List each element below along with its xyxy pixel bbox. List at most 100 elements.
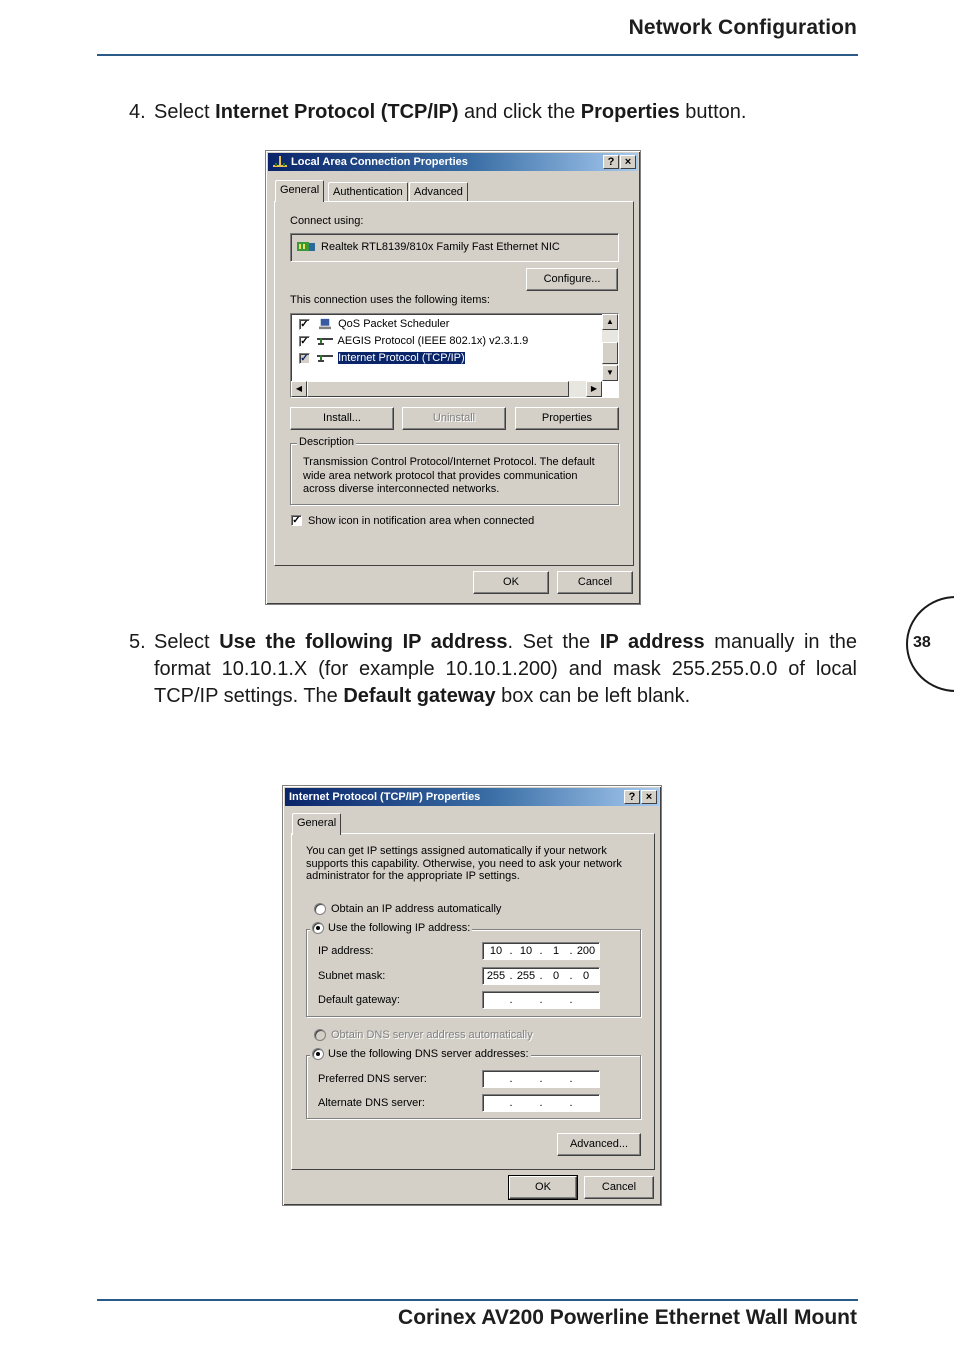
ip-octet[interactable]: 200: [573, 943, 599, 959]
ip-octet[interactable]: [573, 992, 599, 1008]
scroll-thumb-horizontal[interactable]: [307, 381, 569, 397]
description-legend: Description: [297, 436, 357, 448]
ok-button[interactable]: OK: [473, 571, 549, 594]
uninstall-button[interactable]: Uninstall: [402, 407, 506, 430]
ip-octet[interactable]: [483, 1071, 509, 1087]
general-tab-panel: You can get IP settings assigned automat…: [291, 833, 655, 1170]
general-tab-panel: Connect using: Realtek RTL8139/810x Fami…: [274, 201, 634, 566]
vertical-scrollbar[interactable]: ▲ ▼: [602, 314, 618, 381]
close-button[interactable]: ×: [641, 790, 657, 804]
scroll-down-arrow-icon[interactable]: ▼: [602, 365, 618, 381]
use-dns-label: Use the following DNS server addresses:: [328, 1048, 529, 1060]
install-button[interactable]: Install...: [290, 407, 394, 430]
page-number: 38: [913, 634, 931, 651]
tab-advanced[interactable]: Advanced: [409, 182, 468, 202]
list-item[interactable]: ✓ AEGIS Protocol (IEEE 802.1x) v2.3.1.9: [299, 335, 528, 348]
ip-octet[interactable]: 10: [483, 943, 509, 959]
step-text-run: and click the: [458, 101, 581, 123]
scroll-left-arrow-icon[interactable]: ◀: [291, 381, 307, 397]
properties-button[interactable]: Properties: [515, 407, 619, 430]
tab-general[interactable]: General: [275, 180, 325, 202]
ip-octet[interactable]: 255: [513, 968, 539, 984]
ip-octet[interactable]: [573, 1071, 599, 1087]
step-number: 5.: [129, 631, 146, 653]
adapter-box: Realtek RTL8139/810x Family Fast Etherne…: [290, 233, 619, 262]
obtain-dns-label: Obtain DNS server address automatically: [331, 1029, 533, 1041]
ip-octet[interactable]: [483, 992, 509, 1008]
ok-button[interactable]: OK: [508, 1175, 578, 1200]
network-card-icon: [297, 242, 315, 251]
use-ip-label: Use the following IP address:: [328, 922, 471, 934]
ip-address-input[interactable]: 10. 10. 1. 200: [482, 942, 600, 960]
obtain-dns-radio[interactable]: [314, 1029, 326, 1041]
list-item[interactable]: ✓ QoS Packet Scheduler: [299, 318, 449, 331]
use-ip-radio[interactable]: [312, 922, 324, 934]
ip-address-groupbox: Use the following IP address: IP address…: [306, 922, 641, 1017]
emphasis-text: IP address: [599, 631, 705, 653]
cancel-button[interactable]: Cancel: [584, 1176, 654, 1199]
tab-general[interactable]: General: [292, 813, 342, 835]
ip-octet[interactable]: 0: [573, 968, 599, 984]
ip-octet[interactable]: [513, 1095, 539, 1111]
help-button[interactable]: ?: [603, 155, 619, 169]
alternate-dns-input[interactable]: ...: [482, 1094, 600, 1112]
subnet-mask-input[interactable]: 255. 255. 0. 0: [482, 967, 600, 985]
emphasis-text: Internet Protocol (TCP/IP): [215, 101, 459, 123]
configure-button[interactable]: Configure...: [526, 268, 618, 291]
ip-octet[interactable]: [483, 1095, 509, 1111]
show-icon-checkbox[interactable]: ✓: [291, 515, 302, 526]
ip-octet[interactable]: [573, 1095, 599, 1111]
scroll-up-arrow-icon[interactable]: ▲: [602, 314, 618, 330]
step-text-run: button.: [679, 101, 747, 123]
items-label: This connection uses the following items…: [290, 294, 490, 306]
description-groupbox: Description Transmission Control Protoco…: [290, 436, 619, 505]
dialog-title: Internet Protocol (TCP/IP) Properties: [289, 791, 481, 803]
ip-octet[interactable]: 0: [543, 968, 569, 984]
step-text-run: box can be left blank.: [495, 685, 691, 707]
components-list[interactable]: ✓ QoS Packet Scheduler ✓ AEGIS Protocol …: [290, 313, 619, 398]
ip-octet[interactable]: [513, 992, 539, 1008]
item-checkbox[interactable]: ✓: [299, 352, 310, 364]
ip-octet[interactable]: [513, 1071, 539, 1087]
item-checkbox[interactable]: ✓: [299, 318, 310, 330]
horizontal-scrollbar[interactable]: ◀ ▶: [291, 381, 602, 397]
tcpip-properties-dialog: Internet Protocol (TCP/IP) Properties ? …: [282, 785, 662, 1206]
item-checkbox[interactable]: ✓: [299, 335, 310, 347]
step-number: 4.: [129, 101, 146, 123]
list-item-selected[interactable]: ✓ Internet Protocol (TCP/IP): [299, 351, 466, 365]
step-text-run: Select: [154, 631, 220, 653]
scroll-right-arrow-icon[interactable]: ▶: [586, 381, 602, 397]
scroll-thumb[interactable]: [602, 342, 618, 364]
ip-octet[interactable]: 10: [513, 943, 539, 959]
local-area-connection-dialog: Local Area Connection Properties ? × Gen…: [265, 150, 641, 605]
emphasis-text: Default gateway: [343, 685, 496, 707]
default-gateway-input[interactable]: ...: [482, 991, 600, 1009]
step-text-run: . Set the: [507, 631, 600, 653]
close-button[interactable]: ×: [620, 155, 636, 169]
ip-octet[interactable]: [543, 1071, 569, 1087]
configure-button-label: Configure...: [543, 273, 601, 285]
protocol-icon: [317, 338, 334, 346]
ip-octet[interactable]: [543, 1095, 569, 1111]
protocol-icon: [317, 355, 334, 363]
obtain-ip-radio[interactable]: [314, 903, 326, 915]
alternate-dns-label: Alternate DNS server:: [318, 1097, 425, 1109]
intro-text: You can get IP settings assigned automat…: [306, 845, 622, 882]
use-dns-radio[interactable]: [312, 1048, 324, 1060]
step-text: Select Use the following IP address. Set…: [154, 629, 857, 710]
preferred-dns-input[interactable]: ...: [482, 1070, 600, 1088]
ip-octet[interactable]: 255: [483, 968, 509, 984]
header-rule: [97, 54, 858, 56]
tab-authentication[interactable]: Authentication: [328, 182, 408, 202]
dns-groupbox: Use the following DNS server addresses: …: [306, 1048, 641, 1119]
show-icon-label: Show icon in notification area when conn…: [308, 515, 535, 527]
subnet-mask-label: Subnet mask:: [318, 970, 386, 982]
ip-octet[interactable]: 1: [543, 943, 569, 959]
advanced-button[interactable]: Advanced...: [557, 1133, 641, 1156]
help-button[interactable]: ?: [624, 790, 640, 804]
page-footer-title: Corinex AV200 Powerline Ethernet Wall Mo…: [398, 1306, 857, 1329]
network-connection-icon: [273, 156, 287, 167]
preferred-dns-label: Preferred DNS server:: [318, 1073, 427, 1085]
cancel-button[interactable]: Cancel: [557, 571, 633, 594]
ip-octet[interactable]: [543, 992, 569, 1008]
